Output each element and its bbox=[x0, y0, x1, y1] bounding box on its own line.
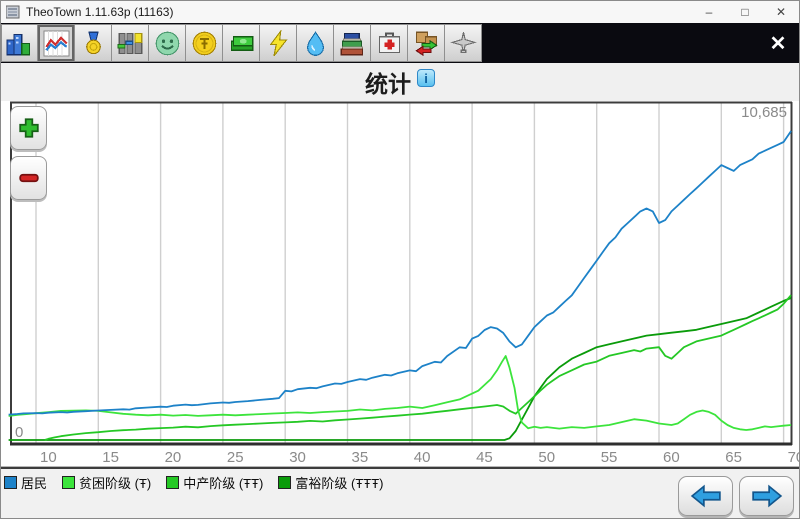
minus-icon bbox=[18, 167, 40, 189]
plus-icon bbox=[18, 117, 40, 139]
panel-close-button[interactable]: ✕ bbox=[757, 23, 799, 63]
chart-area: 10 15 20 25 30 35 40 45 50 55 60 65 70 10,685 0 bbox=[1, 101, 800, 469]
toolbar-airport-button[interactable] bbox=[445, 24, 482, 62]
left-arrow-icon bbox=[690, 483, 722, 509]
series-line bbox=[9, 298, 792, 440]
toolbar-education-button[interactable] bbox=[334, 24, 371, 62]
legend-label: 中产阶级 (ŦŦ) bbox=[183, 473, 263, 492]
toolbar-money-button[interactable] bbox=[223, 24, 260, 62]
legend-label: 贫困阶级 (Ŧ) bbox=[79, 473, 151, 492]
x-tick-label: 20 bbox=[165, 449, 182, 466]
money-icon bbox=[228, 30, 255, 57]
close-window-button[interactable]: ✕ bbox=[763, 1, 799, 23]
health-icon bbox=[376, 30, 403, 57]
x-tick-label: 70 bbox=[788, 449, 800, 466]
app-icon bbox=[6, 5, 21, 19]
water-icon bbox=[302, 30, 329, 57]
statistics-icon bbox=[43, 30, 70, 57]
toolbar-currency-button[interactable] bbox=[186, 24, 223, 62]
window-title: TheoTown 1.11.63p (11163) bbox=[26, 5, 691, 19]
airport-icon bbox=[450, 30, 477, 57]
x-tick-label: 65 bbox=[725, 449, 742, 466]
toolbar-logistics-button[interactable] bbox=[408, 24, 445, 62]
education-icon bbox=[339, 30, 366, 57]
zoom-out-button[interactable] bbox=[10, 156, 47, 200]
toolbar-ratings-button[interactable] bbox=[112, 24, 149, 62]
toolbar-rank-button[interactable] bbox=[75, 24, 112, 62]
minimize-button[interactable]: – bbox=[691, 1, 727, 23]
page-nav bbox=[678, 476, 794, 516]
legend-swatch bbox=[166, 476, 179, 489]
info-icon[interactable]: i bbox=[417, 69, 435, 87]
currency-icon bbox=[191, 30, 218, 57]
nav-prev-button[interactable] bbox=[678, 476, 733, 516]
legend-swatch bbox=[278, 476, 291, 489]
rank-icon bbox=[80, 30, 107, 57]
page-title: 统计 bbox=[365, 65, 411, 99]
legend-label: 富裕阶级 (ŦŦŦ) bbox=[295, 473, 383, 492]
y-max-label: 10,685 bbox=[741, 104, 787, 121]
logistics-icon bbox=[413, 30, 440, 57]
x-tick-label: 15 bbox=[102, 449, 119, 466]
toolbar-happiness-button[interactable] bbox=[149, 24, 186, 62]
happiness-icon bbox=[154, 30, 181, 57]
panel-header: 统计 i bbox=[1, 63, 799, 101]
legend-item[interactable]: 富裕阶级 (ŦŦŦ) bbox=[278, 473, 383, 492]
series-line bbox=[9, 131, 792, 415]
right-arrow-icon bbox=[751, 483, 783, 509]
theotown-window: TheoTown 1.11.63p (11163) – □ ✕ ✕ 统计 i 1… bbox=[0, 0, 800, 519]
x-tick-label: 25 bbox=[227, 449, 244, 466]
toolbar-energy-button[interactable] bbox=[260, 24, 297, 62]
bottom-bar: 居民 贫困阶级 (Ŧ) 中产阶级 (ŦŦ) 富裕阶级 (ŦŦŦ) bbox=[1, 469, 799, 519]
x-tick-label: 45 bbox=[476, 449, 493, 466]
titlebar: TheoTown 1.11.63p (11163) – □ ✕ bbox=[1, 1, 799, 23]
x-tick-label: 10 bbox=[40, 449, 57, 466]
series-line bbox=[9, 356, 792, 430]
toolbar-water-button[interactable] bbox=[297, 24, 334, 62]
x-tick-label: 50 bbox=[538, 449, 555, 466]
toolbar-city-button[interactable] bbox=[1, 24, 38, 62]
maximize-button[interactable]: □ bbox=[727, 1, 763, 23]
x-tick-label: 30 bbox=[289, 449, 306, 466]
city-icon bbox=[6, 30, 33, 57]
legend-swatch bbox=[4, 476, 17, 489]
toolbar-statistics-button[interactable] bbox=[38, 24, 75, 62]
nav-next-button[interactable] bbox=[739, 476, 794, 516]
legend-item[interactable]: 贫困阶级 (Ŧ) bbox=[62, 473, 151, 492]
x-tick-label: 35 bbox=[352, 449, 369, 466]
toolbar: ✕ bbox=[1, 23, 799, 63]
statistics-chart: 10 15 20 25 30 35 40 45 50 55 60 65 70 10,685 0 bbox=[1, 101, 800, 469]
legend-item[interactable]: 居民 bbox=[4, 473, 47, 492]
ratings-icon bbox=[117, 30, 144, 57]
x-tick-label: 60 bbox=[663, 449, 680, 466]
toolbar-health-button[interactable] bbox=[371, 24, 408, 62]
series-line bbox=[45, 295, 791, 440]
x-tick-label: 40 bbox=[414, 449, 431, 466]
window-controls: – □ ✕ bbox=[691, 1, 799, 23]
energy-icon bbox=[265, 30, 292, 57]
legend-label: 居民 bbox=[21, 473, 47, 492]
y-zero-label: 0 bbox=[15, 424, 23, 441]
x-tick-label: 55 bbox=[601, 449, 618, 466]
legend-swatch bbox=[62, 476, 75, 489]
legend-item[interactable]: 中产阶级 (ŦŦ) bbox=[166, 473, 263, 492]
zoom-in-button[interactable] bbox=[10, 106, 47, 150]
